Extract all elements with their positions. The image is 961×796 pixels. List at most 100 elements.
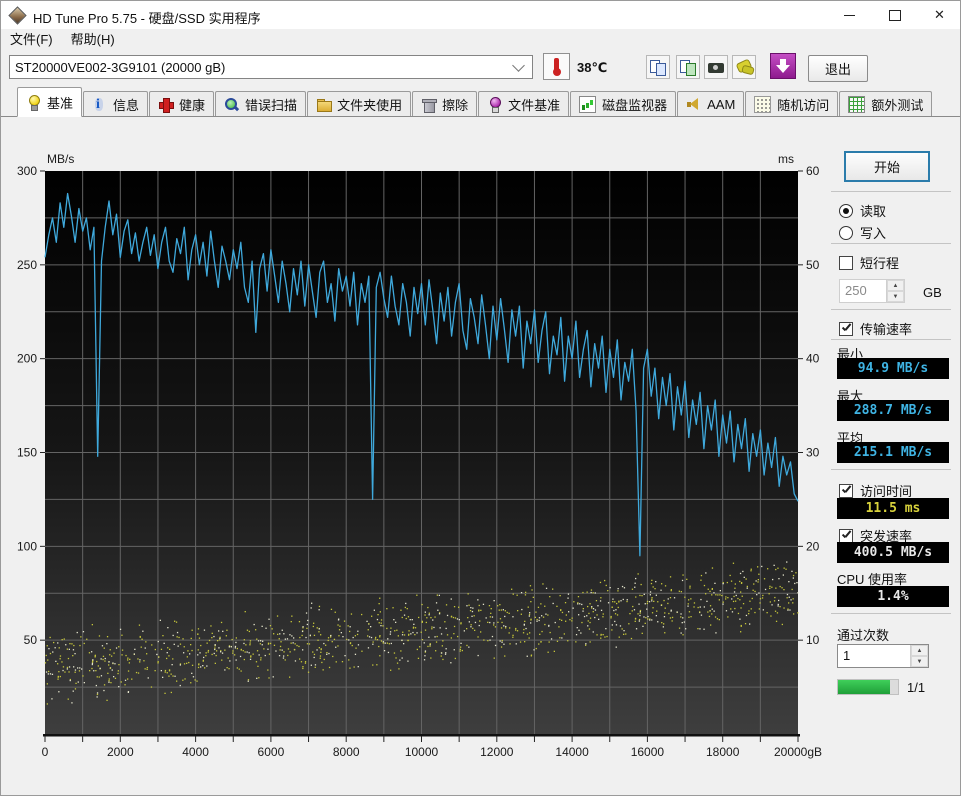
tab-错误扫描[interactable]: 错误扫描 [215, 91, 307, 116]
tab-额外测试[interactable]: 额外测试 [839, 91, 933, 116]
i-bulb-icon [26, 94, 41, 111]
maximize-icon [888, 9, 901, 21]
tab-磁盘监视器[interactable]: 磁盘监视器 [570, 91, 677, 116]
chevron-down-icon [512, 58, 525, 72]
tab-label: 信息 [113, 97, 140, 113]
menu-bar: 文件(F) 帮助(H) [1, 29, 960, 51]
svg-text:2000: 2000 [107, 745, 134, 759]
i-health-icon [158, 97, 175, 113]
i-folder-icon [316, 97, 333, 112]
copy-text-button[interactable] [646, 55, 670, 79]
radio-write[interactable]: 写入 [839, 223, 886, 242]
copy-image-button[interactable] [676, 55, 700, 79]
maximize-button[interactable] [872, 1, 917, 29]
svg-text:0: 0 [42, 745, 49, 759]
tab-健康[interactable]: 健康 [149, 91, 215, 116]
svg-text:40: 40 [806, 352, 820, 366]
progress-label: 1/1 [907, 680, 926, 695]
checkbox-icon [839, 255, 853, 270]
pass-count-spinner[interactable]: 1 ▲ ▼ [837, 644, 929, 668]
max-value: 288.7 MB/s [837, 400, 949, 421]
cpu-usage-value: 1.4% [837, 586, 949, 607]
pass-count-label: 通过次数 [837, 628, 890, 643]
save-results-button[interactable] [770, 53, 796, 79]
short-stroke-size-spinner[interactable]: 250 ▲ ▼ [839, 279, 905, 303]
tab-随机访问[interactable]: 随机访问 [745, 91, 839, 116]
menu-item-help[interactable]: 帮助(H) [62, 29, 124, 51]
min-value: 94.9 MB/s [837, 358, 949, 379]
svg-text:16000: 16000 [631, 745, 665, 759]
tab-擦除[interactable]: 擦除 [412, 91, 478, 116]
drive-select-value: ST20000VE002-3G9101 (20000 gB) [15, 59, 226, 75]
i-monitor-icon [579, 95, 597, 113]
tab-基准[interactable]: 基准 [17, 87, 83, 117]
access-time-value: 11.5 ms [837, 498, 949, 519]
transfer-rate-checkbox[interactable]: 传输速率 [839, 319, 912, 338]
svg-text:150: 150 [17, 446, 37, 460]
tab-文件夹使用[interactable]: 文件夹使用 [307, 91, 412, 116]
temperature-button[interactable] [543, 53, 570, 80]
minimize-button[interactable] [827, 1, 872, 29]
svg-text:300: 300 [17, 164, 37, 178]
tab-label: 文件基准 [508, 97, 561, 113]
avg-value: 215.1 MB/s [837, 442, 949, 463]
svg-text:20: 20 [806, 539, 820, 553]
burst-rate-value: 400.5 MB/s [837, 542, 949, 563]
radio-read[interactable]: 读取 [839, 201, 886, 220]
svg-text:60: 60 [806, 164, 820, 178]
exit-button[interactable]: 退出 [808, 55, 868, 82]
minimize-icon [844, 14, 855, 16]
svg-text:200: 200 [17, 352, 37, 366]
i-info-icon [92, 97, 107, 113]
tab-label: 基准 [47, 95, 74, 111]
drive-select[interactable]: ST20000VE002-3G9101 (20000 gB) [9, 55, 533, 79]
svg-text:30: 30 [806, 446, 820, 460]
i-extra-icon [848, 95, 866, 113]
close-button[interactable]: ✕ [917, 1, 960, 29]
content-area: MB/s ms 300 250 200 150 100 50 60 50 40 30 20 10 0 2000… [1, 117, 960, 795]
tab-AAM[interactable]: AAM [677, 91, 745, 116]
svg-text:10: 10 [806, 633, 820, 647]
radio-read-icon [839, 203, 853, 218]
svg-text:12000: 12000 [480, 745, 514, 759]
options-button[interactable] [732, 55, 756, 79]
svg-text:10000: 10000 [405, 745, 439, 759]
checkbox-checked-icon [839, 483, 853, 498]
close-icon: ✕ [934, 7, 945, 22]
gb-unit-label: GB [923, 285, 942, 300]
hdtune-window: HD Tune Pro 5.75 - 硬盘/SSD 实用程序 ✕ 文件(F) 帮助… [0, 0, 961, 796]
spinner-down-icon[interactable]: ▼ [887, 291, 904, 302]
svg-text:ms: ms [778, 152, 794, 166]
short-stroke-checkbox[interactable]: 短行程 [839, 253, 899, 272]
i-trash-icon [421, 97, 438, 113]
tab-bar: 基准 信息 健康 错误扫描 文件夹使用 擦除 文件基准 磁盘监视器 AAM 随机访问 额外测试 [1, 87, 960, 117]
checkbox-checked-icon [839, 528, 853, 543]
svg-text:14000: 14000 [555, 745, 589, 759]
screenshot-button[interactable] [704, 55, 728, 79]
spinner-up-icon[interactable]: ▲ [911, 645, 928, 656]
svg-text:6000: 6000 [258, 745, 285, 759]
tab-label: 健康 [179, 97, 206, 113]
i-bulbp-icon [487, 96, 502, 113]
progress-fill [838, 680, 890, 694]
svg-text:MB/s: MB/s [47, 152, 74, 166]
benchmark-chart: MB/s ms 300 250 200 150 100 50 60 50 40 30 20 10 0 2000… [1, 141, 826, 781]
svg-text:20000gB: 20000gB [774, 745, 822, 759]
svg-text:250: 250 [17, 258, 37, 272]
svg-text:4000: 4000 [182, 745, 209, 759]
svg-text:18000: 18000 [706, 745, 740, 759]
svg-text:50: 50 [806, 258, 820, 272]
menu-item-file[interactable]: 文件(F) [1, 29, 62, 51]
tab-文件基准[interactable]: 文件基准 [478, 91, 570, 116]
svg-text:100: 100 [17, 539, 37, 553]
tab-label: 随机访问 [777, 97, 830, 113]
start-button[interactable]: 开始 [844, 151, 930, 182]
tab-label: 错误扫描 [245, 97, 298, 113]
tab-label: 磁盘监视器 [602, 97, 668, 113]
spinner-down-icon[interactable]: ▼ [911, 656, 928, 667]
tab-信息[interactable]: 信息 [83, 91, 149, 116]
spinner-up-icon[interactable]: ▲ [887, 280, 904, 291]
radio-write-icon [839, 225, 853, 240]
tab-label: 擦除 [442, 97, 469, 113]
tab-label: 额外测试 [871, 97, 924, 113]
